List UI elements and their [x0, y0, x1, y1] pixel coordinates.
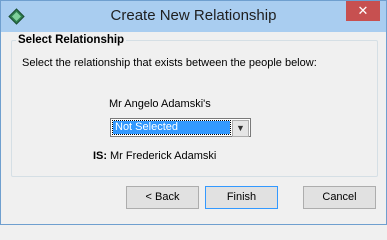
relationship-dropdown[interactable]: Not Selected ▼ [110, 118, 251, 137]
relationship-selected-value: Not Selected [112, 120, 231, 135]
finish-button[interactable]: Finish [205, 186, 278, 209]
close-button[interactable]: ✕ [346, 1, 380, 21]
title-bar[interactable]: Create New Relationship ✕ [1, 1, 386, 32]
back-button[interactable]: < Back [126, 186, 199, 209]
chevron-down-icon[interactable]: ▼ [232, 120, 249, 137]
dialog-body: Select Relationship Select the relations… [8, 32, 379, 217]
close-icon: ✕ [357, 3, 369, 18]
group-title: Select Relationship [16, 34, 127, 46]
window-title: Create New Relationship [110, 7, 277, 24]
cancel-button[interactable]: Cancel [303, 186, 376, 209]
is-label: IS: [93, 150, 108, 162]
second-person-name: Mr Frederick Adamski [110, 150, 217, 162]
select-relationship-group: Select Relationship Select the relations… [11, 34, 378, 177]
dialog-window: Create New Relationship ✕ Select Relatio… [0, 0, 387, 225]
first-person-name: Mr Angelo Adamski's [109, 98, 211, 110]
instruction-text: Select the relationship that exists betw… [22, 57, 317, 69]
